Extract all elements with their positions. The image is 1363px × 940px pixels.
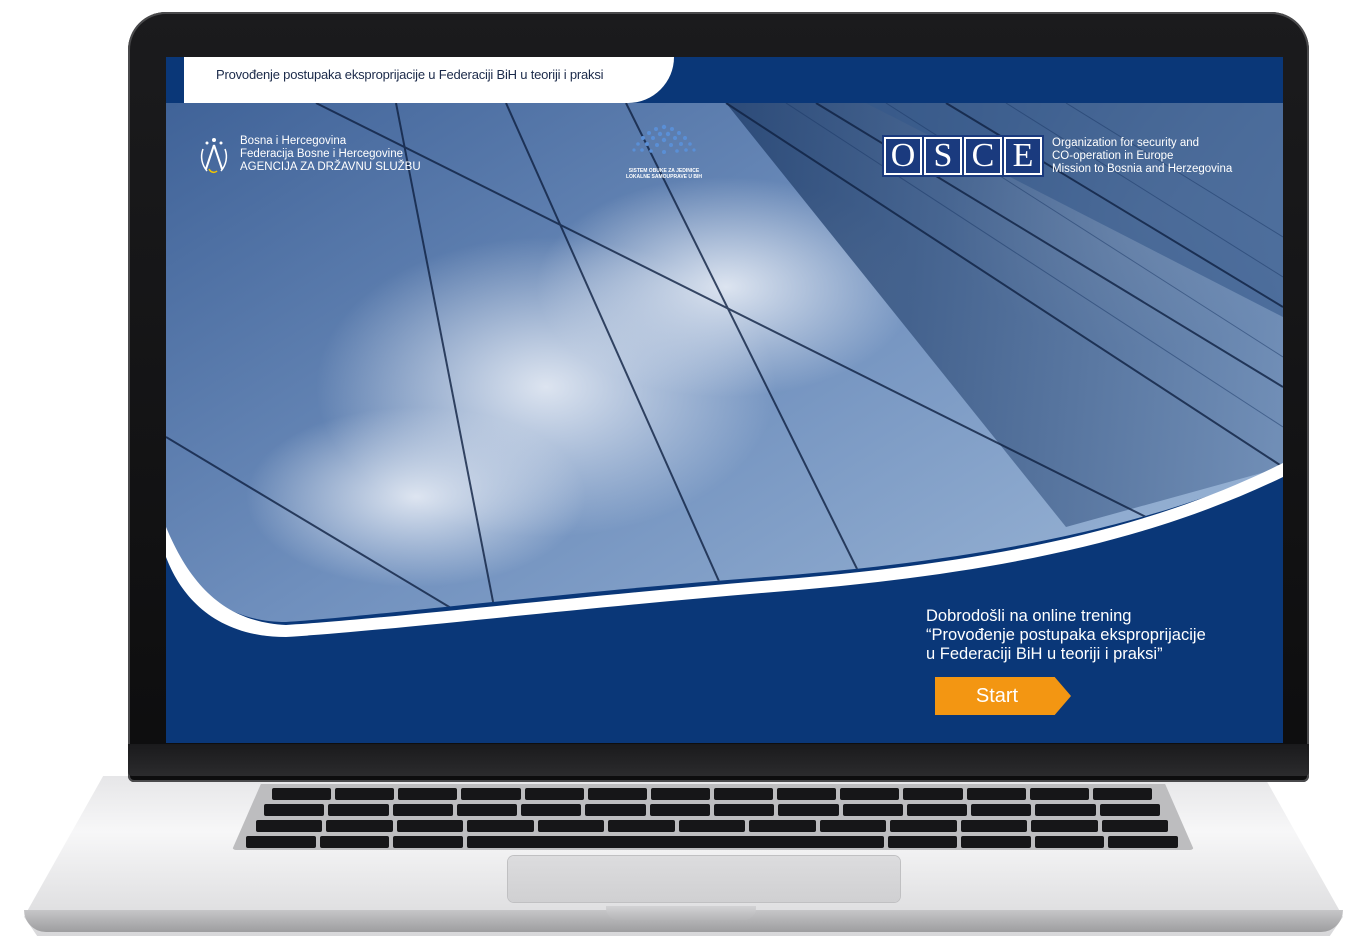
osce-logo: O S C E Organization for security and CO…	[882, 135, 1232, 177]
app-screen: Provođenje postupaka eksproprijacije u F…	[166, 57, 1283, 743]
agency-line-agency: AGENCIJA ZA DRŽAVNU SLUŽBU	[240, 161, 421, 173]
osce-line-3: Mission to Bosnia and Herzegovina	[1052, 162, 1233, 175]
agency-logo: Bosna i Hercegovina Federacija Bosne i H…	[198, 135, 421, 175]
sistem-line-2: LOKALNE SAMOUPRAVE U BIH	[625, 174, 703, 180]
sistem-obuke-logo: SISTEM OBUKE ZA JEDINICE LOKALNE SAMOUPR…	[609, 123, 719, 180]
keyboard-row	[246, 836, 1178, 848]
osce-letter-s: S	[924, 137, 962, 175]
keyboard-row	[264, 804, 1160, 816]
keyboard-row	[272, 788, 1152, 800]
agency-emblem-icon	[200, 138, 228, 174]
welcome-line-2: “Provođenje postupaka eksproprijacije	[926, 626, 1206, 644]
welcome-line-1: Dobrodošli na online trening	[926, 607, 1132, 625]
sistem-text: SISTEM OBUKE ZA JEDINICE LOKALNE SAMOUPR…	[609, 168, 719, 180]
laptop-notch	[606, 906, 756, 920]
osce-letter-o: O	[884, 137, 922, 175]
course-title-tab: Provođenje postupaka eksproprijacije u F…	[184, 57, 674, 103]
osce-letter-e: E	[1004, 137, 1042, 175]
keyboard	[232, 784, 1194, 850]
agency-text: Bosna i Hercegovina Federacija Bosne i H…	[240, 135, 421, 174]
trackpad	[508, 856, 900, 902]
osce-text: Organization for security and CO-operati…	[1052, 137, 1232, 176]
welcome-message: Dobrodošli na online trening “Provođenje…	[926, 607, 1206, 664]
sistem-dots-icon	[632, 124, 696, 154]
osce-wordmark: O S C E	[882, 135, 1044, 177]
course-title: Provođenje postupaka eksproprijacije u F…	[216, 67, 604, 82]
agency-line-country: Bosna i Hercegovina	[240, 135, 347, 147]
osce-line-2: CO-operation in Europe	[1052, 149, 1174, 162]
osce-line-1: Organization for security and	[1052, 136, 1200, 149]
laptop-mockup: Provođenje postupaka eksproprijacije u F…	[0, 0, 1363, 940]
keyboard-row	[256, 820, 1169, 832]
agency-line-federation: Federacija Bosne i Hercegovine	[240, 148, 404, 160]
osce-letter-c: C	[964, 137, 1002, 175]
welcome-line-3: u Federaciji BiH u teoriji i praksi”	[926, 645, 1163, 663]
laptop-chin	[128, 744, 1309, 776]
start-button[interactable]: Start	[935, 677, 1071, 715]
